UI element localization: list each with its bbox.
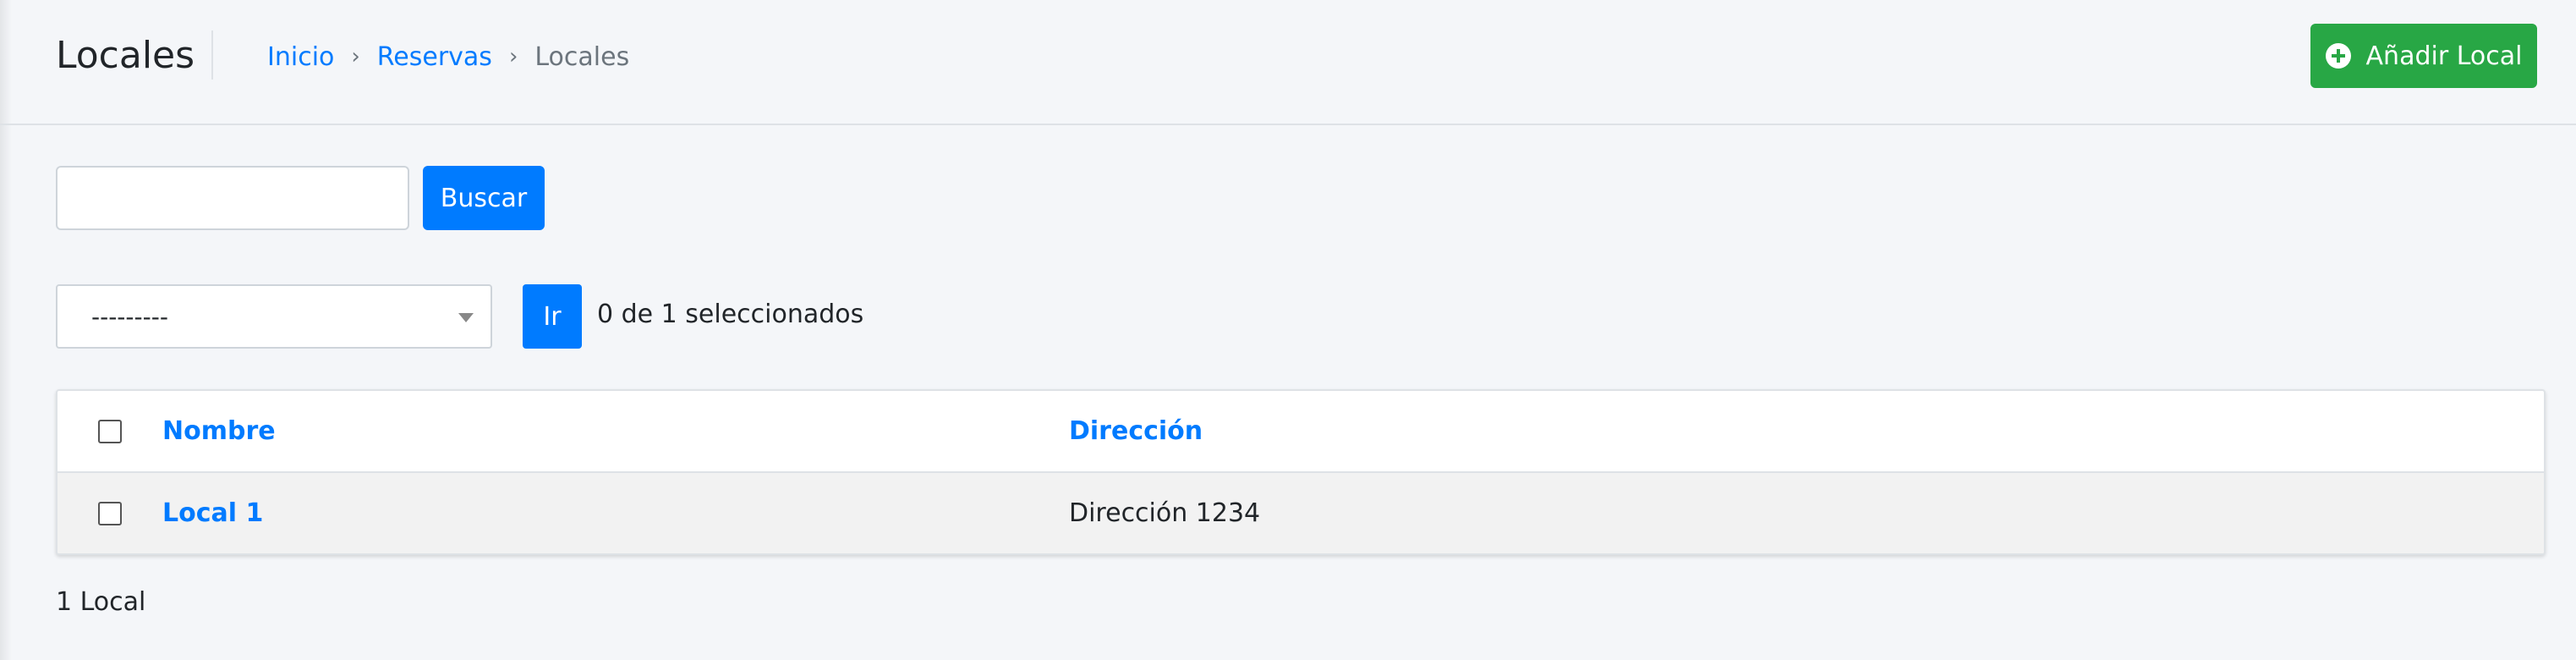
breadcrumb-separator: › [508, 44, 518, 69]
action-select-value: --------- [91, 302, 168, 331]
selection-counter: 0 de 1 seleccionados [597, 300, 864, 329]
breadcrumb-separator: › [351, 44, 360, 69]
row-select-cell [58, 472, 162, 553]
plus-circle-icon [2325, 43, 2351, 69]
row-direccion-cell: Dirección 1234 [1069, 498, 1261, 528]
select-all-cell [58, 391, 162, 472]
row-nombre-link[interactable]: Local 1 [162, 498, 263, 528]
column-header-nombre: Nombre [162, 391, 1069, 472]
page-title: Locales [56, 34, 195, 77]
row-nombre-cell: Local 1 [162, 472, 1069, 553]
table-header-row: Nombre Dirección [58, 391, 2544, 472]
search-input[interactable] [56, 166, 409, 230]
action-select[interactable]: --------- [56, 284, 492, 349]
add-local-label: Añadir Local [2365, 41, 2523, 71]
breadcrumb-current: Locales [534, 41, 630, 72]
sort-nombre-link[interactable]: Nombre [162, 416, 276, 446]
go-button[interactable]: Ir [523, 284, 582, 349]
content-header: Locales Inicio › Reservas › Locales Añad… [0, 0, 2576, 125]
search-button[interactable]: Buscar [423, 166, 545, 230]
add-local-button[interactable]: Añadir Local [2310, 24, 2537, 88]
breadcrumb-item-reservas[interactable]: Reservas [377, 42, 492, 72]
select-all-checkbox[interactable] [98, 419, 122, 443]
results-card: Nombre Dirección Local 1 Dirección 1234 [56, 389, 2546, 555]
row-checkbox[interactable] [98, 501, 122, 525]
results-count: 1 Local [56, 587, 146, 617]
title-divider [211, 30, 213, 80]
caret-down-icon [458, 313, 474, 322]
sort-direccion-link[interactable]: Dirección [1069, 416, 1203, 446]
column-header-direccion: Dirección [1069, 391, 2544, 472]
breadcrumb: Inicio › Reservas › Locales [267, 39, 629, 74]
table-row: Local 1 Dirección 1234 [58, 472, 2544, 553]
results-table: Nombre Dirección Local 1 Dirección 1234 [58, 391, 2544, 553]
breadcrumb-item-inicio[interactable]: Inicio [267, 42, 334, 72]
